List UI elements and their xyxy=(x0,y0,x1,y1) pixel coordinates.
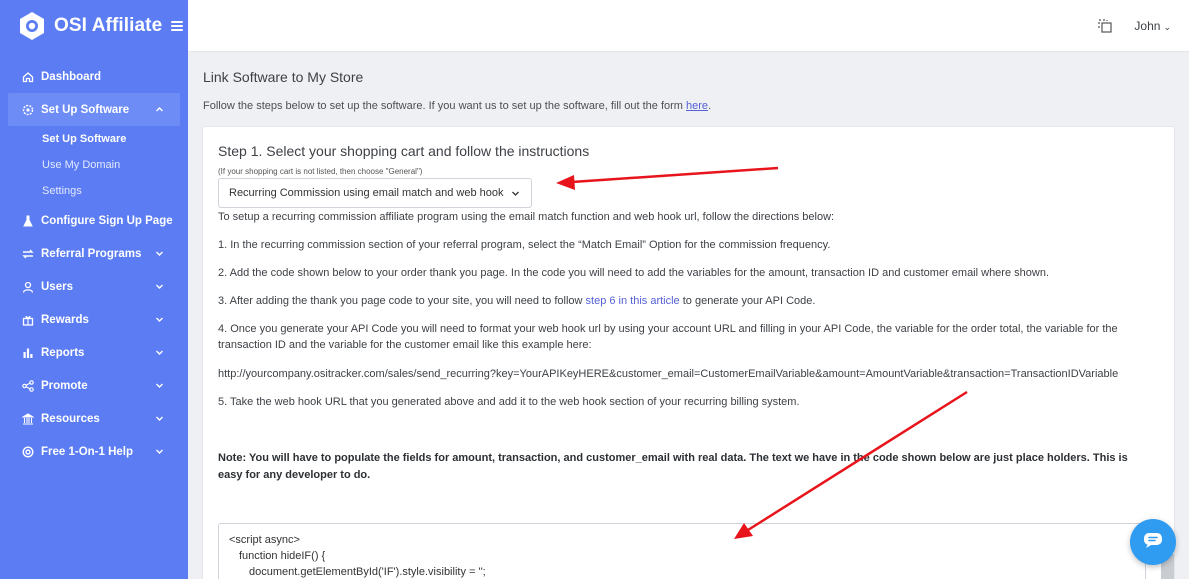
gift-icon xyxy=(22,314,34,326)
bar-chart-icon xyxy=(22,347,34,359)
sidebar-item-promote[interactable]: Promote xyxy=(0,369,188,402)
step-text-3: 3. After adding the thank you page code … xyxy=(218,293,1153,309)
sidebar-item-referral-programs[interactable]: Referral Programs xyxy=(0,237,188,270)
user-icon xyxy=(22,281,34,293)
lifebuoy-icon xyxy=(22,445,34,458)
bank-icon xyxy=(22,412,34,425)
intro-text: To setup a recurring commission affiliat… xyxy=(218,211,835,223)
sidebar-item-rewards[interactable]: Rewards xyxy=(0,303,188,336)
chat-button[interactable] xyxy=(1130,519,1176,565)
setup-card: Step 1. Select your shopping cart and fo… xyxy=(202,126,1175,579)
sidebar-item-label: Set Up Software xyxy=(41,103,130,116)
home-icon xyxy=(22,71,34,83)
shopping-cart-select[interactable]: Recurring Commission using email match a… xyxy=(218,178,532,208)
brand-logo-icon[interactable] xyxy=(18,11,46,41)
chevron-down-icon xyxy=(511,189,520,198)
sidebar-item-label: Users xyxy=(41,280,73,293)
chat-icon xyxy=(1142,531,1164,554)
exchange-icon xyxy=(22,248,34,260)
step-text-1: 1. In the recurring commission section o… xyxy=(218,239,831,251)
step-text-3-end: to generate your API Code. xyxy=(679,295,816,307)
sidebar-item-configure-sign-up-page[interactable]: Configure Sign Up Page xyxy=(0,204,188,237)
setup-form-link[interactable]: here xyxy=(686,100,708,112)
brand-name: OSI Affiliate xyxy=(54,15,163,36)
sidebar-nav: Dashboard Set Up Software Set Up Softwar… xyxy=(0,60,188,468)
menu-toggle-icon[interactable] xyxy=(171,21,184,31)
code-line: document.getElementById('IF').style.visi… xyxy=(249,566,486,578)
lead-end: . xyxy=(708,100,712,112)
chevron-up-icon xyxy=(155,105,164,114)
chevron-down-icon xyxy=(155,282,164,291)
share-icon xyxy=(22,379,34,392)
gear-icon xyxy=(22,104,34,116)
chevron-down-icon xyxy=(155,447,164,456)
sidebar-item-label: Free 1-On-1 Help xyxy=(41,445,134,458)
sidebar-item-free-help[interactable]: Free 1-On-1 Help xyxy=(0,435,188,468)
cart-hint: (If your shopping cart is not listed, th… xyxy=(218,167,423,176)
article-link[interactable]: step 6 in this article xyxy=(586,295,680,307)
step-text-5: 5. Take the web hook URL that you genera… xyxy=(218,396,800,408)
chevron-down-icon xyxy=(155,249,164,258)
sidebar-item-label: Reports xyxy=(41,346,85,359)
code-line: <script async> xyxy=(229,534,300,546)
brand: OSI Affiliate xyxy=(0,0,188,52)
sidebar-subitem-settings[interactable]: Settings xyxy=(0,178,188,204)
lead-text: Follow the steps below to set up the sof… xyxy=(203,100,687,112)
selected-option: Recurring Commission using email match a… xyxy=(229,187,504,199)
page-title: Link Software to My Store xyxy=(203,69,364,85)
flask-icon xyxy=(22,215,34,227)
developer-note: Note: You will have to populate the fiel… xyxy=(218,452,1128,481)
sidebar-item-users[interactable]: Users xyxy=(0,270,188,303)
chevron-down-icon xyxy=(155,381,164,390)
step-text-4: 4. Once you generate your API Code you w… xyxy=(218,323,1118,351)
sidebar-item-label: Dashboard xyxy=(41,70,102,83)
sidebar-subitem-use-my-domain[interactable]: Use My Domain xyxy=(0,152,188,178)
sidebar-item-label: Referral Programs xyxy=(41,247,142,260)
main-content: Link Software to My Store Follow the ste… xyxy=(188,52,1189,579)
sidebar-item-set-up-software[interactable]: Set Up Software xyxy=(8,93,180,126)
chevron-down-icon: ⌄ xyxy=(1163,22,1171,32)
sidebar-item-label: Promote xyxy=(41,379,88,392)
sidebar-item-reports[interactable]: Reports xyxy=(0,336,188,369)
step-text-2: 2. Add the code shown below to your orde… xyxy=(218,267,1049,279)
step-title: Step 1. Select your shopping cart and fo… xyxy=(218,143,590,159)
sidebar-item-dashboard[interactable]: Dashboard xyxy=(0,60,188,93)
chevron-down-icon xyxy=(155,315,164,324)
user-menu[interactable]: John ⌄ xyxy=(1134,19,1171,33)
sidebar-item-label: Rewards xyxy=(41,313,89,326)
chevron-down-icon xyxy=(155,348,164,357)
step-text-3-start: 3. After adding the thank you page code … xyxy=(218,295,586,307)
code-snippet-box[interactable]: <script async> function hideIF() { docum… xyxy=(218,523,1146,579)
sidebar-subitem-set-up-software[interactable]: Set Up Software xyxy=(0,126,188,152)
sidebar: OSI Affiliate Dashboard Set Up Software … xyxy=(0,0,188,579)
copy-icon[interactable] xyxy=(1097,18,1113,34)
sidebar-item-resources[interactable]: Resources xyxy=(0,402,188,435)
code-line: function hideIF() { xyxy=(239,550,326,562)
sidebar-item-label: Resources xyxy=(41,412,100,425)
user-name: John xyxy=(1134,19,1161,33)
page-lead: Follow the steps below to set up the sof… xyxy=(203,100,711,112)
topbar: John ⌄ xyxy=(188,0,1189,52)
chevron-down-icon xyxy=(155,414,164,423)
sidebar-item-label: Configure Sign Up Page xyxy=(41,214,173,227)
webhook-url-example: http://yourcompany.ositracker.com/sales/… xyxy=(218,368,1119,380)
